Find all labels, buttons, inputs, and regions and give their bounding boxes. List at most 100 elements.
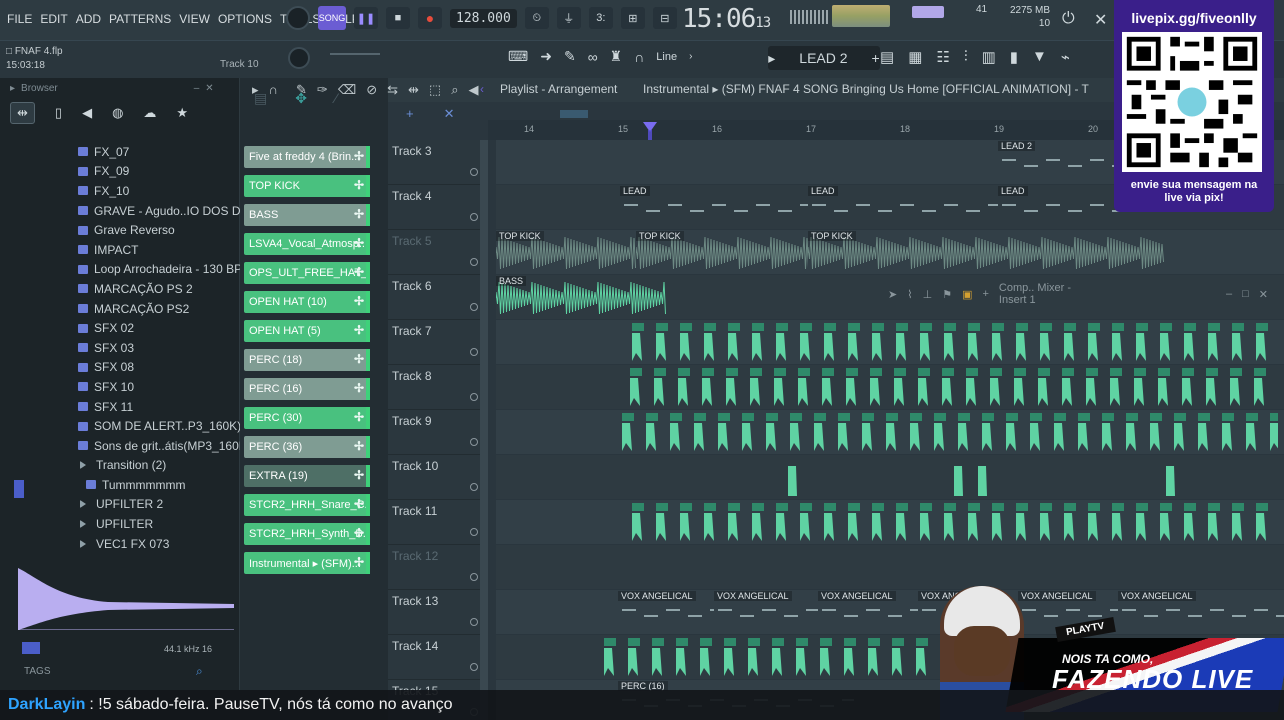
browser-folder[interactable]: VEC1 FX 073 (0, 534, 240, 554)
tab-all-icon[interactable]: ⇹ (10, 102, 35, 124)
channel-selected-indicator[interactable] (366, 552, 370, 574)
channel-selected-indicator[interactable] (366, 204, 370, 226)
channel-selected-indicator[interactable] (366, 436, 370, 458)
channel-selected-indicator[interactable] (366, 407, 370, 429)
browser-icon[interactable]: ▥ (982, 48, 996, 66)
playlist-clip[interactable]: TOP KICK (807, 231, 1164, 274)
channel-button[interactable]: EXTRA (19) ✢ (244, 465, 368, 487)
zoom-tool-icon[interactable]: ⌕ (451, 82, 458, 98)
browser-file[interactable]: SFX 02 (0, 318, 240, 338)
channel-drag-icon[interactable]: ✢ (354, 207, 364, 221)
step-edit-icon[interactable]: ⊞ (620, 7, 645, 29)
browser-file[interactable]: MARCAÇÃO PS 2 (0, 279, 240, 299)
pencil-icon[interactable]: ✎ (564, 48, 576, 65)
channel-button[interactable]: PERC (18) ✢ (244, 349, 368, 371)
pattern-left-icon[interactable]: ▸ (768, 50, 775, 67)
track-mute-button[interactable] (470, 573, 478, 581)
paint-tool-icon[interactable]: ✑ (317, 82, 328, 98)
channel-drag-icon[interactable]: ✢ (354, 236, 364, 250)
track-mute-button[interactable] (470, 168, 478, 176)
close-icon[interactable]: ✕ (1094, 10, 1107, 30)
minimize-icon[interactable]: – (194, 83, 200, 94)
channel-drag-icon[interactable]: ✢ (354, 265, 364, 279)
magnet-icon[interactable]: ∩ (634, 49, 644, 65)
pause-icon[interactable]: ❚❚ (354, 7, 378, 29)
menu-add[interactable]: ADD (75, 12, 102, 26)
stop-icon[interactable]: ■ (386, 7, 410, 29)
collapse-arrow-icon[interactable] (14, 480, 24, 498)
channel-drag-icon[interactable]: ✢ (354, 555, 364, 569)
channel-selected-indicator[interactable] (366, 494, 370, 516)
browser-file[interactable]: SFX 03 (0, 338, 240, 358)
magnet-tool-icon[interactable]: ∩ (269, 82, 278, 98)
track-mute-button[interactable] (470, 213, 478, 221)
channel-button[interactable]: PERC (16) ✢ (244, 378, 368, 400)
playlist-clip[interactable] (600, 636, 940, 679)
browser-file[interactable]: SFX 11 (0, 397, 240, 417)
playlist-clip[interactable]: BASS (495, 276, 666, 319)
mute-tool-icon[interactable]: ⊘ (366, 82, 377, 98)
mixer-close-icon[interactable]: ✕ (1259, 288, 1268, 301)
select-tool-icon[interactable]: ⬚ (429, 82, 441, 98)
channel-button[interactable]: TOP KICK ✢ (244, 175, 368, 197)
track-header[interactable]: Track 10 (388, 455, 488, 500)
channel-button[interactable]: PERC (36) ✢ (244, 436, 368, 458)
power-icon[interactable]: ⏻ (1062, 10, 1075, 28)
tempo-display[interactable]: 128.000 (450, 8, 517, 28)
draw-tool-icon[interactable]: ✎ (296, 82, 307, 98)
browser-file[interactable]: SOM DE ALERT..P3_160K)_1 (0, 416, 240, 436)
browser-file[interactable]: Grave Reverso (0, 220, 240, 240)
plug-icon[interactable]: ⌁ (1061, 48, 1070, 66)
track-header[interactable]: Track 11 (388, 500, 488, 545)
channel-drag-icon[interactable]: ✢ (354, 323, 364, 337)
menu-patterns[interactable]: PATTERNS (108, 12, 172, 26)
channel-selected-indicator[interactable] (366, 233, 370, 255)
browser-file[interactable]: FX_07 (0, 142, 240, 162)
track-header[interactable]: Track 13 (388, 590, 488, 635)
browser-file[interactable]: SFX 10 (0, 377, 240, 397)
song-mode-button[interactable]: SONG (318, 6, 346, 30)
playlist-clip[interactable] (628, 321, 1268, 364)
channel-button[interactable]: OPEN HAT (10) ✢ (244, 291, 368, 313)
stamp-icon[interactable]: ♜ (610, 48, 623, 65)
track-lane[interactable] (496, 365, 1284, 410)
playlist-clip[interactable]: VOX ANGELICAL (618, 591, 724, 634)
browser-file[interactable]: Tummmmmmm (0, 475, 240, 495)
playlist-clip[interactable] (628, 501, 1268, 544)
track-lane[interactable] (496, 545, 1284, 590)
track-header[interactable]: Track 4 (388, 185, 488, 230)
pattern-selector[interactable]: ▸ LEAD 2 + (768, 46, 880, 70)
browser-file[interactable]: FX_10 (0, 181, 240, 201)
playlist-clip[interactable]: TOP KICK (495, 231, 636, 274)
track-header[interactable]: Track 14 (388, 635, 488, 680)
track-mute-button[interactable] (470, 528, 478, 536)
channel-button[interactable]: BASS ✢ (244, 204, 368, 226)
browser-folder[interactable]: UPFILTER (0, 514, 240, 534)
channel-drag-icon[interactable]: ✢ (354, 526, 364, 540)
track-mute-button[interactable] (470, 618, 478, 626)
metronome-icon[interactable]: ⏲ (524, 7, 549, 29)
track-lane[interactable] (496, 410, 1284, 455)
menu-view[interactable]: VIEW (178, 12, 211, 26)
track-header[interactable]: Track 6 (388, 275, 488, 320)
channel-drag-icon[interactable]: ✢ (354, 294, 364, 308)
add-track-icon[interactable]: + (406, 106, 414, 122)
mixer-down-icon[interactable]: ⊥ (923, 288, 933, 301)
playlist-clip[interactable]: VOX ANGELICAL (714, 591, 820, 634)
add-pattern-icon[interactable]: + (872, 50, 880, 66)
keyboard-icon[interactable]: ⌨ (508, 48, 528, 65)
channel-drag-icon[interactable]: ✢ (354, 497, 364, 511)
mixer-max-icon[interactable]: □ (1242, 288, 1249, 300)
channel-button[interactable]: OPEN HAT (5) ✢ (244, 320, 368, 342)
channel-drag-icon[interactable]: ✢ (354, 410, 364, 424)
channel-drag-icon[interactable]: ✢ (354, 178, 364, 192)
browser-folder[interactable]: Transition (2) (0, 456, 240, 476)
track-mute-button[interactable] (470, 663, 478, 671)
channel-selected-indicator[interactable] (366, 465, 370, 487)
mixer-icon[interactable]: ⫶ (964, 48, 968, 66)
slice-tool-icon[interactable]: ⇹ (408, 82, 419, 98)
arrow-right-icon[interactable]: ➜ (540, 48, 552, 65)
track-mute-button[interactable] (470, 348, 478, 356)
tempo-knob[interactable] (286, 6, 310, 30)
playlist-clip[interactable]: LEAD (808, 186, 1002, 229)
